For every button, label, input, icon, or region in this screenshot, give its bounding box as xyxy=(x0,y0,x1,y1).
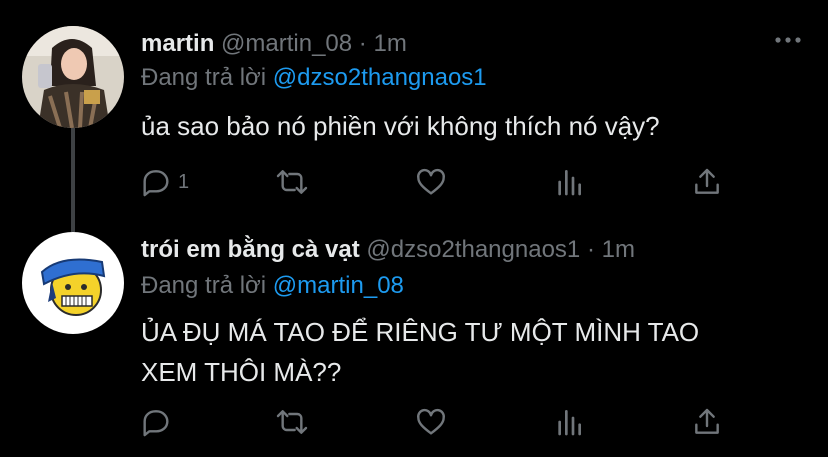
reply-button[interactable] xyxy=(140,406,178,438)
retweet-button[interactable] xyxy=(276,166,308,198)
like-icon xyxy=(417,168,445,195)
tweet-text-line: ỦA ĐỤ MÁ TAO ĐỂ RIÊNG TƯ MỘT MÌNH TAO xyxy=(141,317,700,347)
like-button[interactable] xyxy=(415,166,447,198)
tweet-separator: · xyxy=(358,30,367,57)
analytics-button[interactable] xyxy=(553,166,585,198)
share-button[interactable] xyxy=(691,166,723,198)
avatar-troi-em[interactable] xyxy=(22,232,124,334)
like-icon xyxy=(417,408,445,435)
tweet-text: ủa sao bảo nó phiền với không thích nó v… xyxy=(141,111,660,141)
analytics-button[interactable] xyxy=(553,406,585,438)
tweet-martin[interactable]: martin @martin_08 · 1m Đang trả lời @dzs… xyxy=(0,0,828,230)
reply-prefix: Đang trả lời xyxy=(141,64,267,91)
share-button[interactable] xyxy=(691,406,723,438)
tweet-troi-em[interactable]: trói em bằng cà vạt @dzso2thangnaos1 · 1… xyxy=(0,230,828,457)
retweet-icon xyxy=(276,410,308,434)
reply-mention-link[interactable]: @martin_08 xyxy=(273,272,404,299)
tweet-author-name[interactable]: trói em bằng cà vạt xyxy=(141,236,360,263)
share-icon xyxy=(695,168,719,194)
tweet-separator: · xyxy=(586,236,595,263)
more-icon[interactable] xyxy=(774,30,802,56)
tweet-timestamp[interactable]: 1m xyxy=(373,30,406,57)
avatar-martin[interactable] xyxy=(22,26,124,128)
reply-mention-link[interactable]: @dzso2thangnaos1 xyxy=(273,64,487,91)
tweet-text: ỦA ĐỤ MÁ TAO ĐỂ RIÊNG TƯ MỘT MÌNH TAO XE… xyxy=(141,312,699,392)
tweet-timestamp[interactable]: 1m xyxy=(602,236,635,263)
tweet-text-line: XEM THÔI MÀ?? xyxy=(141,357,342,387)
analytics-icon xyxy=(558,170,581,196)
retweet-button[interactable] xyxy=(276,406,308,438)
reply-icon xyxy=(143,410,169,437)
tweet-author-name[interactable]: martin xyxy=(141,30,214,57)
reply-count: 1 xyxy=(178,170,190,193)
tweet-actions xyxy=(140,406,740,446)
analytics-icon xyxy=(558,410,581,436)
tweet-author-handle[interactable]: @dzso2thangnaos1 xyxy=(366,236,580,263)
like-button[interactable] xyxy=(415,406,447,438)
reply-prefix: Đang trả lời xyxy=(141,272,267,299)
retweet-icon xyxy=(276,170,308,194)
reply-icon xyxy=(143,170,169,197)
share-icon xyxy=(695,408,719,434)
reply-button[interactable]: 1 xyxy=(140,166,189,198)
tweet-actions: 1 xyxy=(140,166,740,206)
tweet-author-handle[interactable]: @martin_08 xyxy=(221,30,352,57)
